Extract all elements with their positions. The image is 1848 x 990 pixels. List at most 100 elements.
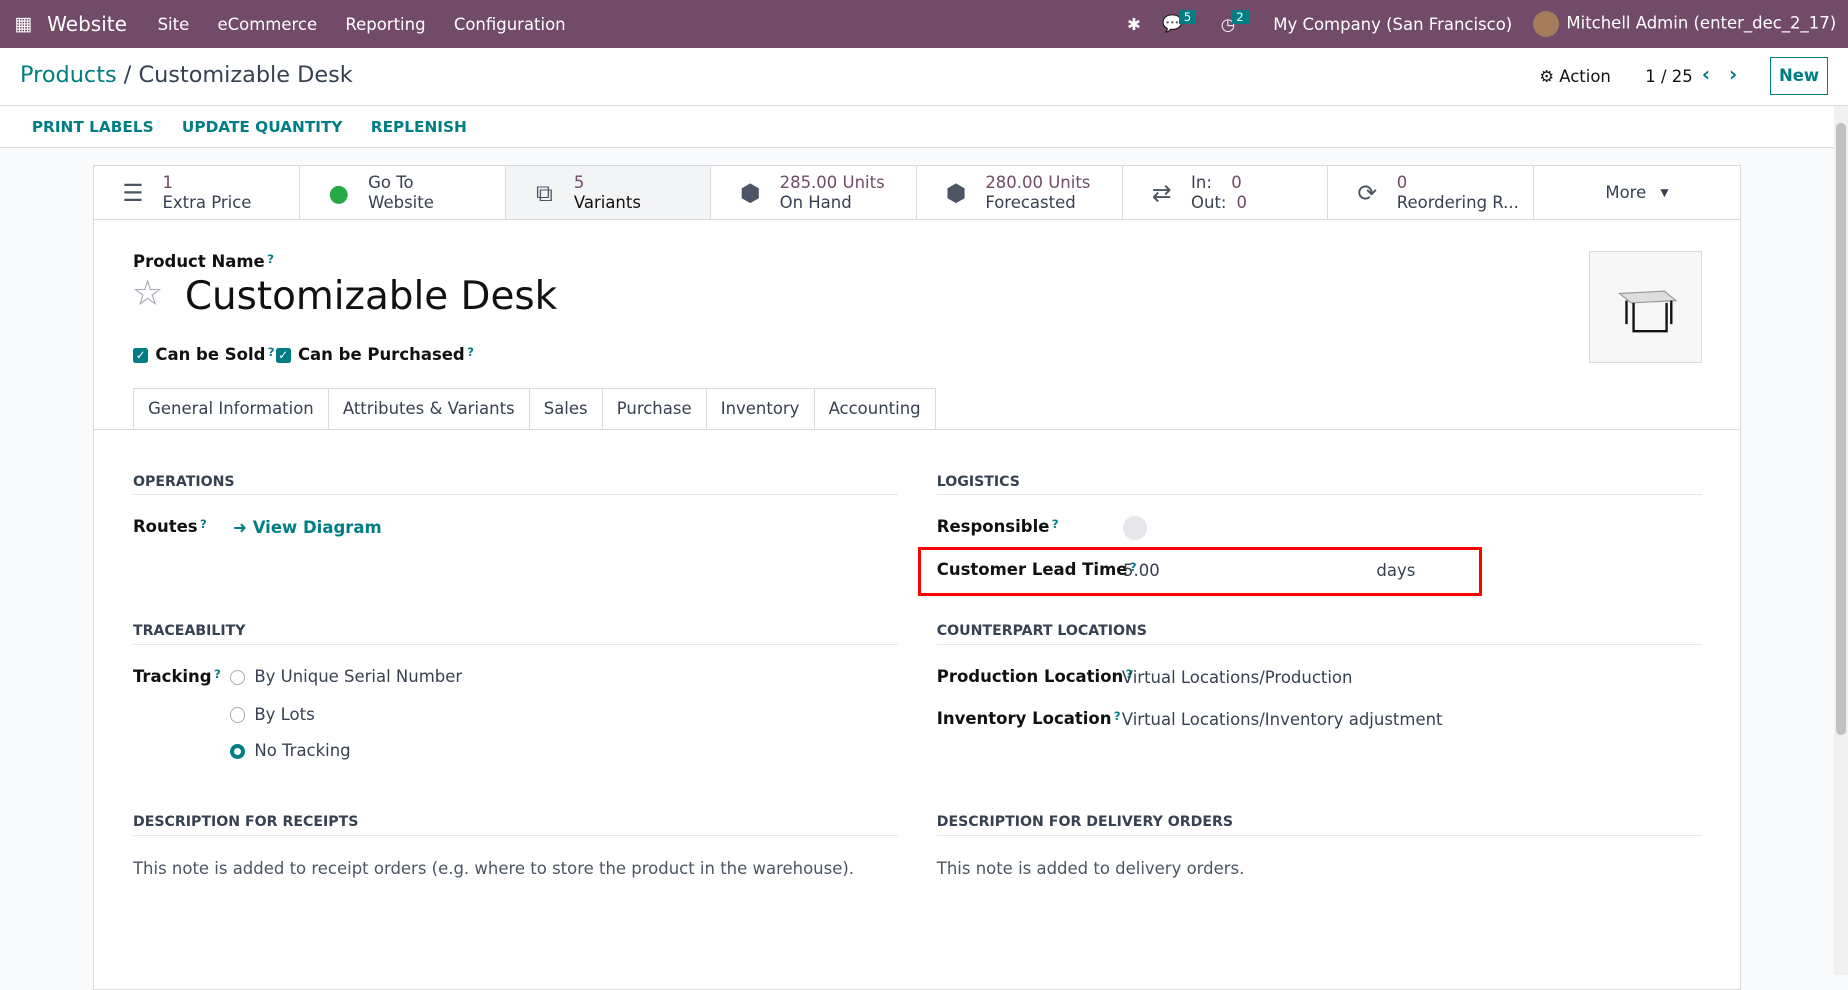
- in-label: In:: [1191, 172, 1212, 192]
- pager-value[interactable]: 1 / 25: [1645, 67, 1693, 86]
- out-label: Out:: [1191, 192, 1227, 212]
- menu-ecommerce[interactable]: eCommerce: [218, 15, 318, 34]
- desk-image: [1617, 290, 1678, 333]
- apps-grid-icon[interactable]: ▦: [0, 14, 47, 35]
- responsible-avatar[interactable]: [1122, 516, 1147, 540]
- activities-badge: 2: [1231, 10, 1249, 25]
- on-hand-button[interactable]: ⬢ 285.00 Units On Hand: [711, 165, 917, 220]
- breadcrumb-products[interactable]: Products: [20, 62, 117, 88]
- scrollbar[interactable]: [1833, 106, 1848, 975]
- menu-configuration[interactable]: Configuration: [454, 15, 566, 34]
- new-button[interactable]: New: [1770, 56, 1828, 96]
- tab-purchase[interactable]: Purchase: [601, 387, 707, 429]
- favorite-star-icon[interactable]: ☆: [132, 273, 164, 314]
- variants-button[interactable]: ⧉ 5 Variants: [505, 165, 712, 220]
- radio-serial-number[interactable]: By Unique Serial Number: [229, 667, 462, 686]
- out-value: 0: [1236, 192, 1247, 212]
- more-button[interactable]: More ▼: [1534, 166, 1740, 219]
- user-name: Mitchell Admin (enter_dec_2_17): [1566, 13, 1837, 33]
- company-switcher[interactable]: My Company (San Francisco): [1273, 15, 1512, 34]
- counterpart-locations-header: COUNTERPART LOCATIONS: [936, 623, 1702, 645]
- reordering-rules-button[interactable]: ⟳ 0 Reordering R...: [1328, 165, 1535, 220]
- product-name-label: Product Name?: [132, 252, 274, 272]
- routes-label: Routes?: [132, 517, 207, 537]
- go-to-website-button[interactable]: ● Go To Website: [300, 165, 506, 220]
- chevron-right-icon[interactable]: ›: [1729, 62, 1737, 86]
- activities-button[interactable]: ◷2: [1221, 10, 1252, 34]
- tab-divider: [94, 428, 1740, 430]
- stat-value: 1: [162, 172, 173, 192]
- view-diagram-link[interactable]: ➜ View Diagram: [233, 518, 382, 537]
- scrollbar-thumb[interactable]: [1836, 122, 1846, 736]
- breadcrumb-separator: /: [123, 62, 132, 89]
- lead-time-unit: days: [1376, 560, 1416, 580]
- sitemap-icon: ⧉: [536, 178, 553, 207]
- exchange-icon: ⇄: [1151, 178, 1172, 207]
- debug-bug-icon[interactable]: ✱: [1127, 15, 1141, 34]
- gear-icon: ⚙: [1539, 67, 1554, 87]
- tab-general-information[interactable]: General Information: [132, 387, 329, 429]
- chevron-left-icon[interactable]: ‹: [1702, 62, 1710, 86]
- customer-lead-time-label: Customer Lead Time?: [936, 559, 1137, 579]
- app-name[interactable]: Website: [47, 12, 127, 36]
- messages-badge: 5: [1179, 9, 1196, 24]
- product-name-field[interactable]: Customizable Desk: [185, 274, 557, 319]
- refresh-icon: ⟳: [1357, 178, 1378, 207]
- receipts-description-field[interactable]: This note is added to receipt orders (e.…: [133, 859, 854, 878]
- breadcrumb: Products / Customizable Desk: [20, 62, 353, 88]
- radio-no-tracking[interactable]: No Tracking: [229, 741, 351, 760]
- stat-value: 0: [1396, 172, 1408, 192]
- list-icon: ☰: [122, 178, 144, 207]
- check-icon: ✓: [132, 347, 149, 364]
- menu-site[interactable]: Site: [158, 15, 190, 34]
- inventory-location-field[interactable]: Virtual Locations/Inventory adjustment: [1122, 710, 1443, 729]
- stat-value: 5: [573, 172, 585, 192]
- smart-buttons: ☰ 1 Extra Price ● Go To Website ⧉ 5 Variants ⬢…: [94, 165, 1740, 221]
- cubes-icon: ⬢: [945, 178, 967, 207]
- action-menu-button[interactable]: ⚙ Action: [1539, 67, 1611, 86]
- help-icon: ?: [267, 252, 274, 267]
- can-be-sold-checkbox[interactable]: ✓ Can be Sold?: [132, 345, 275, 364]
- tab-accounting[interactable]: Accounting: [813, 387, 936, 429]
- breadcrumb-current: Customizable Desk: [138, 62, 353, 89]
- extra-price-button[interactable]: ☰ 1 Extra Price: [94, 165, 300, 220]
- product-image[interactable]: [1588, 250, 1702, 363]
- in-value: 0: [1231, 172, 1242, 192]
- messages-button[interactable]: 💬5: [1162, 9, 1199, 34]
- menu-reporting[interactable]: Reporting: [345, 15, 425, 34]
- stat-label: Variants: [573, 192, 641, 212]
- customer-lead-time-input[interactable]: 5.00: [1123, 561, 1359, 580]
- form-sheet: ☰ 1 Extra Price ● Go To Website ⧉ 5 Variants ⬢…: [93, 164, 1741, 990]
- top-navbar: ▦ Website Site eCommerce Reporting Confi…: [0, 0, 1848, 49]
- stat-label: On Hand: [779, 192, 852, 212]
- stat-value: 285.00 Units: [779, 172, 885, 192]
- delivery-description-field[interactable]: This note is added to delivery orders.: [937, 859, 1245, 878]
- tab-attributes-variants[interactable]: Attributes & Variants: [327, 387, 530, 429]
- tab-sales[interactable]: Sales: [528, 387, 603, 429]
- user-menu[interactable]: Mitchell Admin (enter_dec_2_17): [1533, 11, 1837, 38]
- cubes-icon: ⬢: [739, 178, 761, 207]
- action-toolbar: PRINT LABELS UPDATE QUANTITY REPLENISH: [0, 106, 1834, 149]
- control-panel: Products / Customizable Desk ⚙ Action 1 …: [0, 48, 1848, 107]
- print-labels-button[interactable]: PRINT LABELS: [32, 118, 154, 136]
- production-location-field[interactable]: Virtual Locations/Production: [1122, 668, 1353, 687]
- replenish-button[interactable]: REPLENISH: [371, 118, 467, 136]
- globe-icon: ●: [328, 178, 349, 207]
- receipts-description-header: DESCRIPTION FOR RECEIPTS: [132, 814, 898, 836]
- forecasted-button[interactable]: ⬢ 280.00 Units Forecasted: [917, 165, 1123, 220]
- update-quantity-button[interactable]: UPDATE QUANTITY: [182, 118, 343, 136]
- avatar: [1533, 11, 1560, 38]
- tracking-label: Tracking?: [132, 666, 221, 686]
- stat-label: Extra Price: [162, 192, 252, 212]
- check-icon: ✓: [275, 347, 291, 364]
- form-tabs: General Information Attributes & Variant…: [132, 387, 936, 429]
- radio-lots[interactable]: By Lots: [229, 705, 315, 724]
- more-label: More: [1605, 183, 1647, 203]
- in-out-button[interactable]: ⇄ In: 0 Out: 0: [1123, 165, 1329, 220]
- stat-label: Reordering R...: [1396, 192, 1519, 212]
- logistics-header: LOGISTICS: [936, 474, 1702, 496]
- stat-label: Website: [368, 192, 434, 212]
- can-be-purchased-checkbox[interactable]: ✓ Can be Purchased?: [275, 345, 474, 364]
- tab-inventory[interactable]: Inventory: [705, 387, 815, 429]
- traceability-header: TRACEABILITY: [132, 623, 898, 645]
